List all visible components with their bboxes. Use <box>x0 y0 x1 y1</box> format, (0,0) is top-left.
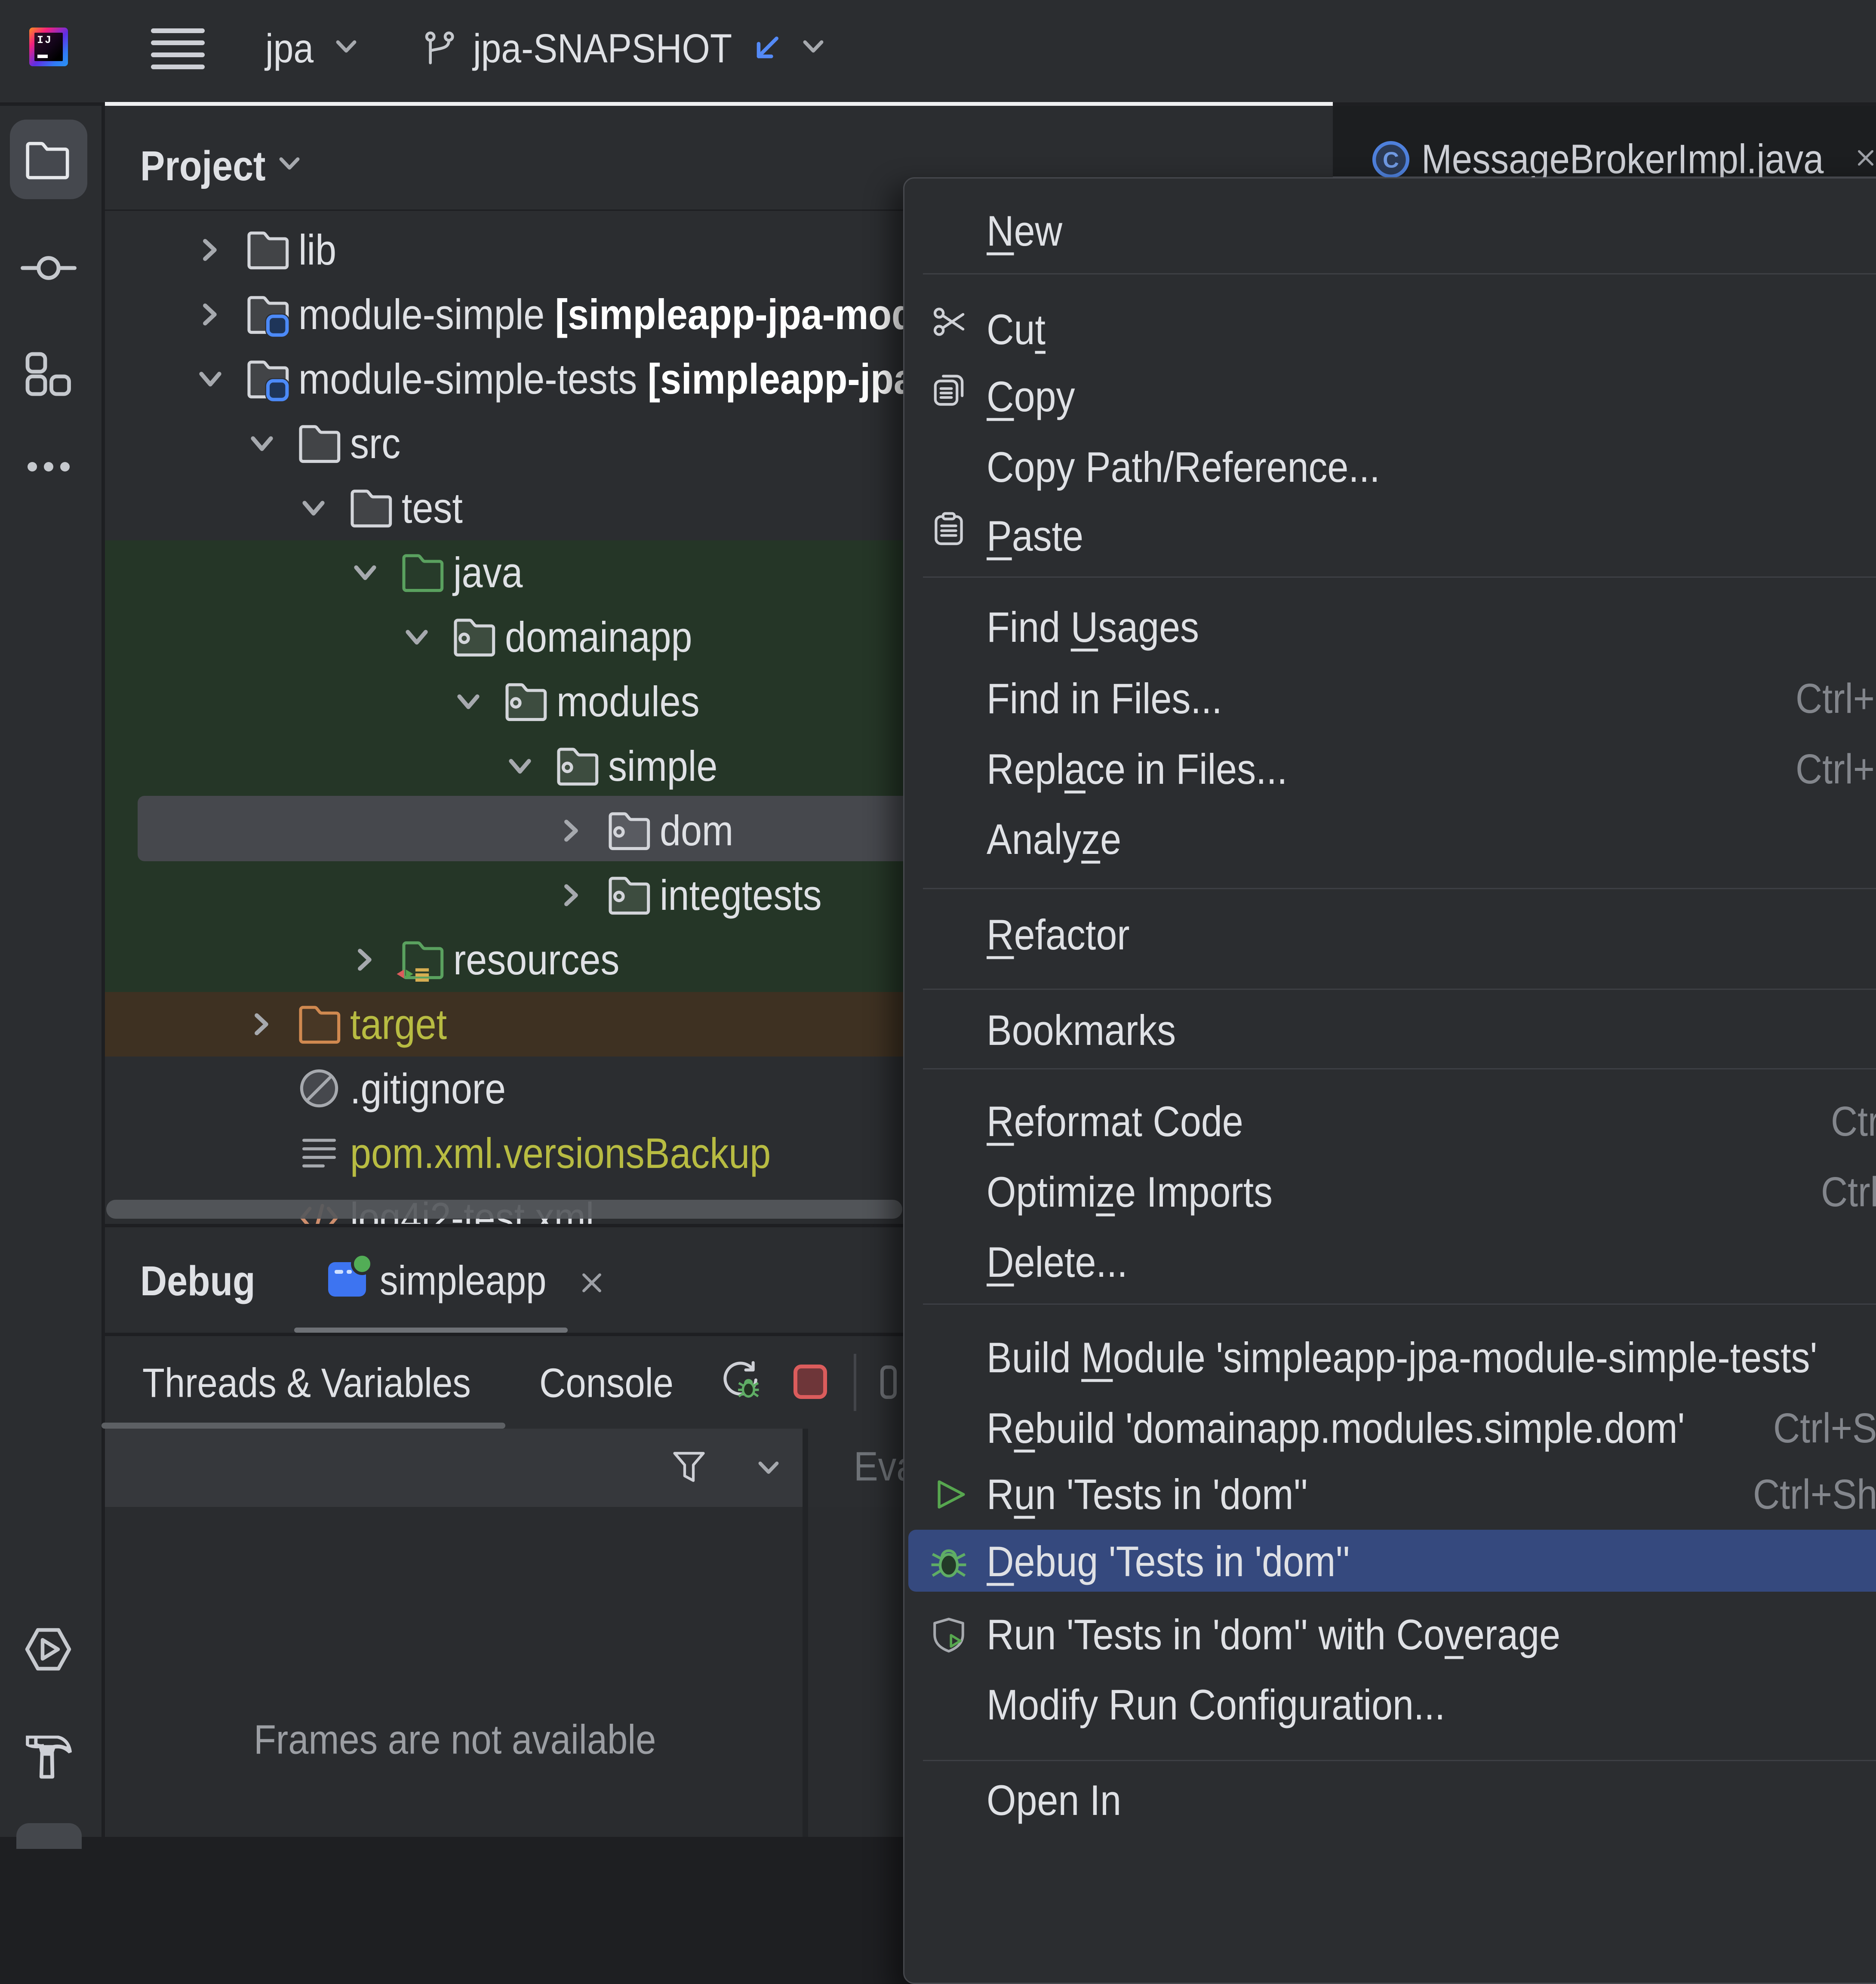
svg-text:C: C <box>1383 148 1399 173</box>
